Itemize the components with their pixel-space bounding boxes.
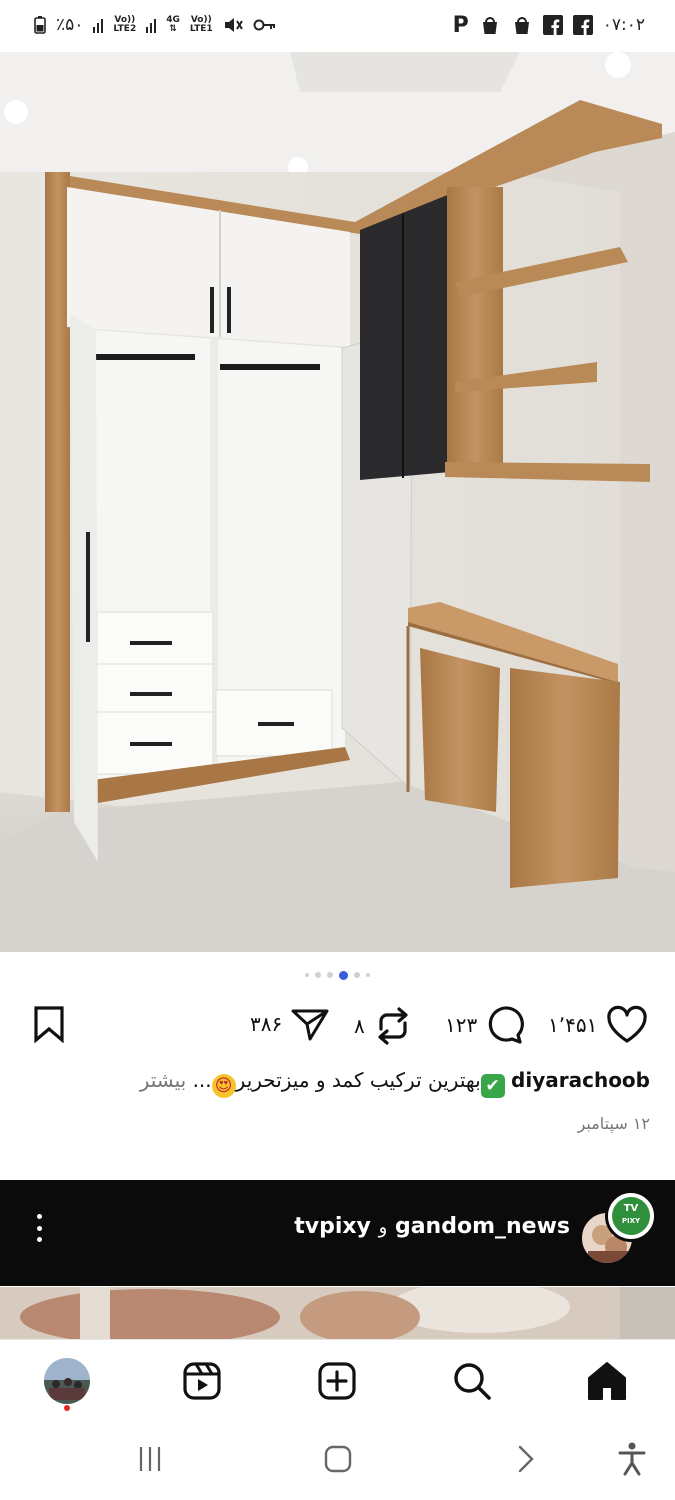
battery-icon [34,16,46,34]
caption-username[interactable]: diyarachoob [511,1068,650,1092]
share-button[interactable]: ۳۸۶ [250,1005,330,1043]
next-post-header: gandom_news و tvpixy TV PIXY [0,1180,675,1286]
collab-user-2[interactable]: tvpixy [294,1214,371,1239]
wardrobe-desk-photo [0,52,675,952]
more-link[interactable]: بیشتر [140,1068,187,1092]
net3-label: Vo)) LTE1 [190,16,213,34]
collab-avatars[interactable]: TV PIXY [579,1190,657,1268]
logo-top: TV [623,1203,639,1214]
repost-icon [378,1007,408,1045]
signal-2-icon [146,17,157,33]
shopping-bag-icon [482,17,497,34]
post-image[interactable] [0,52,675,952]
chevron-right-icon [518,1445,534,1473]
caption-ellipsis: ... [192,1068,212,1092]
home-icon [588,1362,626,1400]
reels-icon [183,1362,221,1400]
back-button[interactable] [506,1442,546,1476]
nav-create[interactable] [314,1358,360,1404]
search-icon [454,1363,491,1400]
collab-user-1[interactable]: gandom_news [395,1214,570,1239]
paper-plane-icon [291,1009,329,1041]
share-count: ۳۸۶ [250,1012,283,1036]
logo-bottom: PIXY [621,1217,641,1225]
home-system-button[interactable] [318,1442,358,1476]
like-count: ۱٬۴۵۱ [548,1013,598,1037]
menu-dot-icon [36,1225,42,1231]
battery-percent: ٪۵۰ [56,15,84,35]
clock: ۰۷:۰۲ [602,15,645,35]
comment-icon [489,1006,525,1044]
net2-label: 4G ⇅ [166,16,180,34]
carousel-dot [354,972,360,978]
post-date: ۱۲ سپتامبر [577,1114,650,1133]
accessibility-button[interactable] [612,1442,652,1476]
status-right-group: P ۰۷:۰۲ [453,13,645,38]
net1-bottom: LTE2 [113,24,137,34]
status-bar: ٪۵۰ Vo)) LTE2 4G ⇅ Vo)) LTE1 P ۰۷:۰۲ [0,0,675,50]
post-menu-button[interactable] [30,1210,48,1246]
carousel-dot [315,972,321,978]
plus-square-icon [318,1362,356,1400]
home-square-icon [324,1445,352,1473]
tvpixy-logo: TV PIXY [612,1197,650,1235]
carousel-indicator [0,971,675,980]
heart-eyes-emoji-icon: 😍 [211,1074,236,1098]
signal-1-icon [93,17,104,33]
nav-reels[interactable] [179,1358,225,1404]
mute-icon [224,18,243,32]
menu-dot-icon [36,1237,42,1242]
bookmark-icon [34,1006,64,1043]
menu-dot-icon [36,1214,42,1219]
nav-home[interactable] [584,1358,630,1404]
comment-count: ۱۲۳ [445,1013,478,1037]
recents-button[interactable] [130,1442,170,1476]
caption-text: بهترین ترکیب کمد و میزتحریر [235,1068,481,1092]
heart-icon [607,1005,648,1043]
save-button[interactable] [32,1005,66,1043]
carousel-dot [366,973,370,977]
next-post-usernames[interactable]: gandom_news و tvpixy [294,1214,570,1239]
post-caption: diyarachoob ✔بهترین ترکیب کمد و میزتحریر… [30,1068,650,1098]
shopping-bag-icon-2 [514,17,529,34]
notif-p-icon: P [452,12,469,38]
tvpixy-logo-avatar: TV PIXY [605,1190,657,1242]
comment-button[interactable]: ۱۲۳ [445,1005,525,1045]
net3-bottom: LTE1 [189,24,213,34]
carousel-dot [327,972,333,978]
next-post-image[interactable] [0,1287,675,1339]
recents-icon [139,1447,161,1471]
carousel-dot-active [339,971,348,980]
net1-label: Vo)) LTE2 [113,16,136,34]
accessibility-icon [618,1442,646,1476]
nav-profile[interactable] [44,1358,90,1404]
nav-search[interactable] [449,1358,495,1404]
collab-joiner: و [378,1217,388,1238]
system-navigation [0,1422,675,1500]
status-left-group: ٪۵۰ Vo)) LTE2 4G ⇅ Vo)) LTE1 [34,15,277,35]
key-icon [253,19,275,31]
carousel-dot [305,973,309,977]
bottom-navigation [0,1339,675,1421]
like-button[interactable]: ۱٬۴۵۱ [548,1005,649,1045]
repost-count: ۸ [354,1014,365,1038]
repost-button[interactable]: ۸ [354,1005,413,1047]
facebook-icon-2 [572,15,593,35]
check-emoji-icon: ✔ [480,1074,505,1098]
notification-dot [64,1405,70,1411]
post-actions: ۳۸۶ ۸ ۱۲۳ ۱٬۴۵۱ [0,1005,675,1053]
profile-avatar [44,1358,90,1404]
net2-arrows: ⇅ [169,24,177,34]
facebook-icon [542,15,563,35]
